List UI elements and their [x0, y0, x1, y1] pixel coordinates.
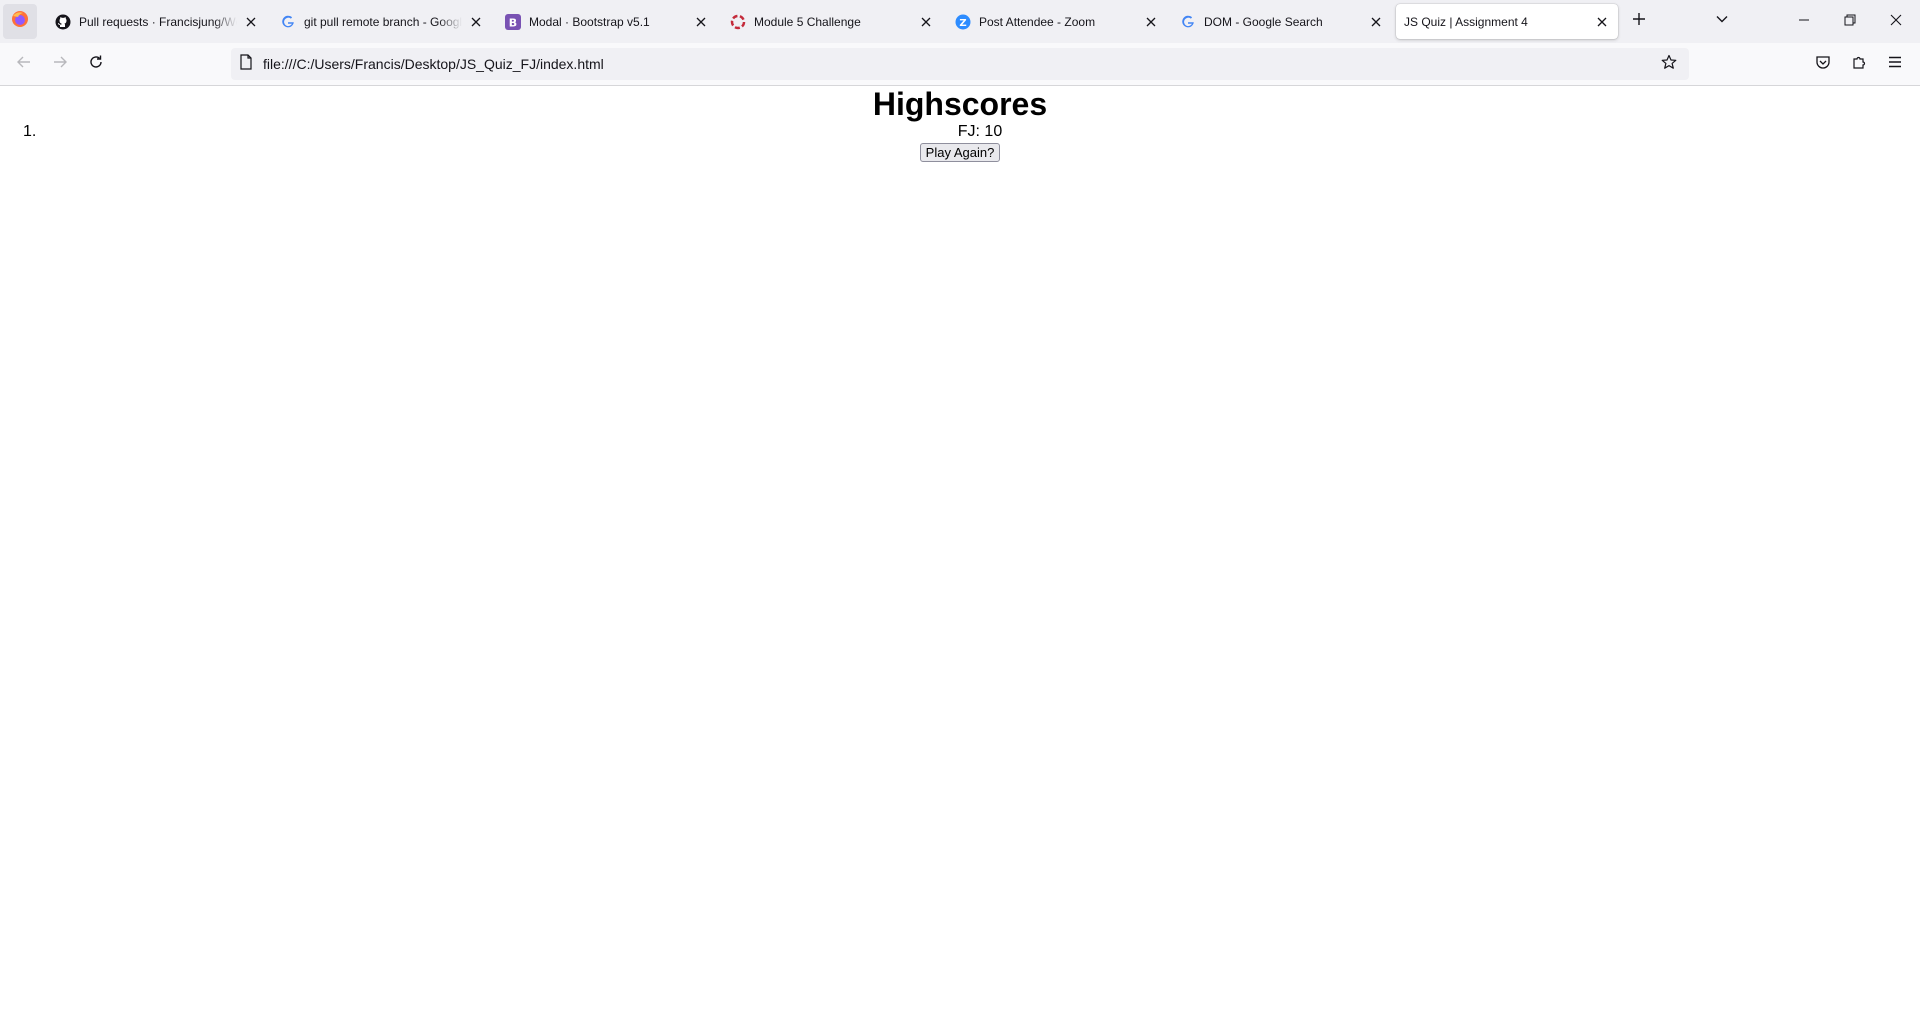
close-tab-icon[interactable]: [693, 14, 709, 30]
pocket-button[interactable]: [1807, 48, 1839, 80]
reload-button[interactable]: [80, 48, 112, 80]
svg-text:B: B: [509, 16, 517, 29]
tab-title: Pull requests · Francisjung/Week: [79, 14, 237, 29]
play-again-button[interactable]: Play Again?: [919, 143, 1001, 162]
google-icon: [1180, 14, 1196, 30]
page-viewport: Highscores 1. FJ: 10 Play Again?: [0, 86, 1920, 1021]
forward-button[interactable]: [44, 48, 76, 80]
close-tab-icon[interactable]: [1143, 14, 1159, 30]
tab-module-5-challenge[interactable]: Module 5 Challenge: [720, 4, 942, 39]
minimize-button[interactable]: [1781, 0, 1827, 43]
arrow-right-icon: [52, 54, 68, 75]
extensions-button[interactable]: [1843, 48, 1875, 80]
page-icon: [239, 53, 253, 75]
canvas-icon: [730, 14, 746, 30]
tab-title: Module 5 Challenge: [754, 14, 861, 29]
bookmark-button[interactable]: [1657, 52, 1681, 76]
tab-title: Modal · Bootstrap v5.1: [529, 14, 650, 29]
puzzle-icon: [1851, 54, 1867, 75]
new-tab-button[interactable]: [1624, 6, 1654, 36]
hamburger-menu-icon: [1887, 54, 1903, 75]
close-tab-icon[interactable]: [468, 14, 484, 30]
navigation-toolbar: file:///C:/Users/Francis/Desktop/JS_Quiz…: [0, 43, 1920, 86]
star-icon: [1661, 54, 1677, 75]
zoom-icon: Z: [955, 14, 971, 30]
close-tab-icon[interactable]: [918, 14, 934, 30]
score-entry: FJ: 10: [957, 123, 1003, 140]
close-tab-icon[interactable]: [1368, 14, 1384, 30]
tab-zoom-post-attendee[interactable]: Z Post Attendee - Zoom: [945, 4, 1167, 39]
tab-title: git pull remote branch - Google Search: [304, 14, 462, 29]
list-all-tabs-button[interactable]: [1707, 6, 1737, 36]
svg-text:Z: Z: [959, 18, 966, 29]
play-again-wrapper: Play Again?: [0, 141, 1920, 162]
close-window-button[interactable]: [1873, 0, 1919, 43]
bootstrap-icon: B: [505, 13, 521, 30]
chevron-down-icon: [1715, 12, 1729, 31]
tab-js-quiz[interactable]: JS Quiz | Assignment 4: [1396, 4, 1618, 39]
url-text[interactable]: file:///C:/Users/Francis/Desktop/JS_Quiz…: [263, 56, 604, 72]
reload-icon: [88, 54, 104, 75]
tab-title: DOM - Google Search: [1204, 14, 1323, 29]
close-icon: [1890, 13, 1902, 31]
firefox-icon: [11, 10, 29, 33]
close-tab-icon[interactable]: [243, 14, 259, 30]
app-menu-button[interactable]: [1879, 48, 1911, 80]
tab-title: JS Quiz | Assignment 4: [1404, 14, 1528, 29]
restore-button[interactable]: [1827, 0, 1873, 43]
score-entry-wrapper: FJ: 10: [0, 123, 1920, 141]
plus-icon: [1632, 12, 1646, 31]
pocket-icon: [1815, 54, 1831, 75]
tab-strip: Pull requests · Francisjung/Week git pul…: [0, 0, 1920, 43]
arrow-left-icon: [16, 54, 32, 75]
back-button[interactable]: [8, 48, 40, 80]
tab-title: Post Attendee - Zoom: [979, 14, 1096, 29]
minimize-icon: [1798, 13, 1810, 31]
google-icon: [280, 14, 296, 30]
address-bar[interactable]: file:///C:/Users/Francis/Desktop/JS_Quiz…: [231, 48, 1689, 80]
close-tab-icon[interactable]: [1594, 14, 1610, 30]
tab-google-git-pull[interactable]: git pull remote branch - Google Search: [270, 4, 492, 39]
github-icon: [55, 14, 71, 30]
firefox-view-button[interactable]: [3, 4, 37, 39]
highscores-heading: Highscores: [872, 86, 1048, 122]
tab-github-pull-requests[interactable]: Pull requests · Francisjung/Week: [45, 4, 267, 39]
tab-google-dom[interactable]: DOM - Google Search: [1170, 4, 1392, 39]
restore-icon: [1844, 13, 1856, 31]
tab-bootstrap-modal[interactable]: B Modal · Bootstrap v5.1: [495, 4, 717, 39]
